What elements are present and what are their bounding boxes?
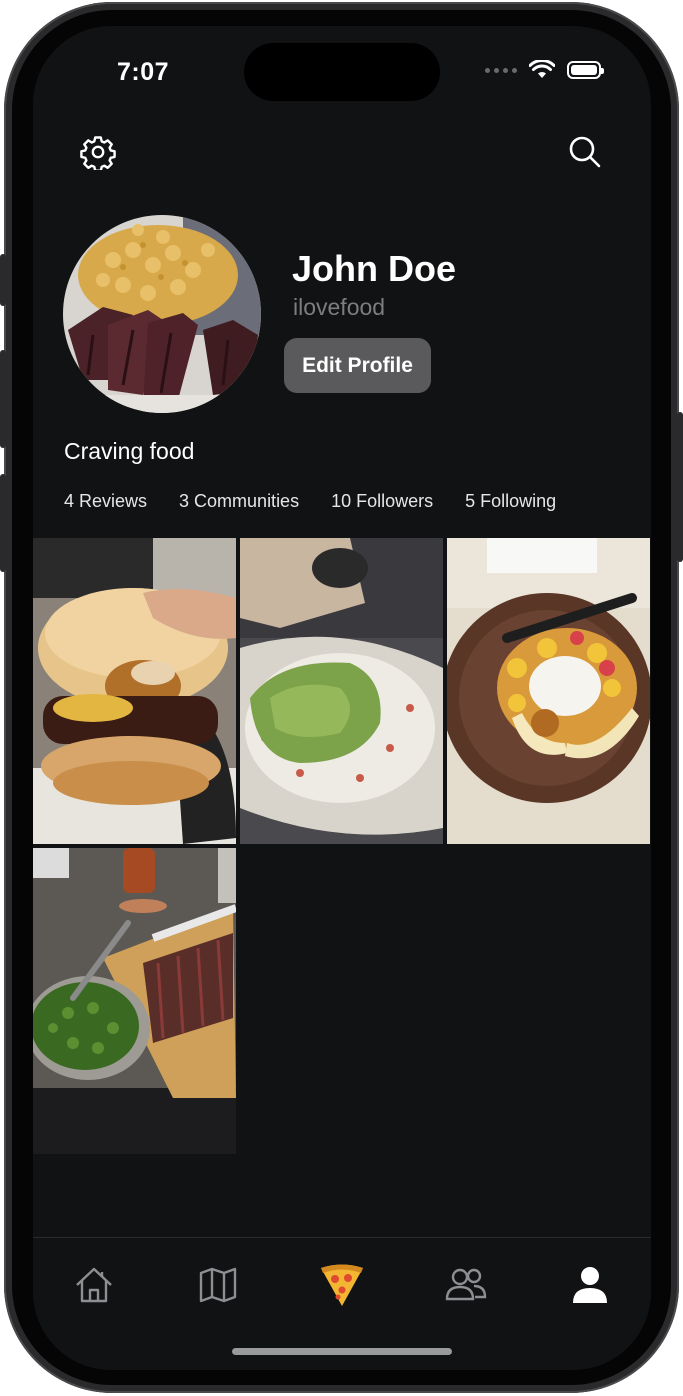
pizza-icon[interactable] — [317, 1262, 367, 1308]
battery-icon — [567, 61, 604, 79]
volume-up-button — [0, 350, 6, 448]
followers-count[interactable]: 10 Followers — [331, 491, 433, 512]
bio: Craving food — [64, 438, 195, 464]
avatar[interactable] — [63, 215, 261, 413]
profile-icon[interactable] — [565, 1262, 615, 1308]
username: ilovefood — [293, 294, 386, 320]
dynamic-island — [244, 43, 440, 101]
status-time: 7:07 — [117, 58, 170, 86]
action-button — [0, 254, 6, 306]
post-thumbnail-burger[interactable] — [33, 538, 236, 844]
map-icon[interactable] — [193, 1262, 243, 1308]
volume-down-button — [0, 474, 6, 572]
cellular-signal-icon — [485, 67, 517, 73]
power-button — [677, 412, 683, 562]
post-thumbnail-steak[interactable] — [33, 848, 236, 1154]
home-indicator[interactable] — [232, 1348, 452, 1355]
status-icons — [485, 60, 604, 80]
wifi-icon — [529, 60, 555, 78]
reviews-count[interactable]: 4 Reviews — [64, 491, 147, 512]
communities-count[interactable]: 3 Communities — [179, 491, 299, 512]
home-icon[interactable] — [69, 1262, 119, 1308]
post-thumbnail-waffle[interactable] — [447, 538, 650, 844]
screen: 7:07 John Doe ilovefood Edit Profile Cra… — [33, 26, 651, 1370]
edit-profile-button[interactable]: Edit Profile — [284, 338, 431, 393]
post-thumbnail-guacamole-bowl[interactable] — [240, 538, 443, 844]
display-name: John Doe — [292, 248, 457, 289]
following-count[interactable]: 5 Following — [465, 491, 556, 512]
search-icon[interactable] — [565, 132, 605, 172]
profile-stats: 4 Reviews 3 Communities 10 Followers 5 F… — [64, 491, 588, 512]
community-icon[interactable] — [441, 1262, 491, 1308]
gear-icon[interactable] — [78, 132, 118, 172]
